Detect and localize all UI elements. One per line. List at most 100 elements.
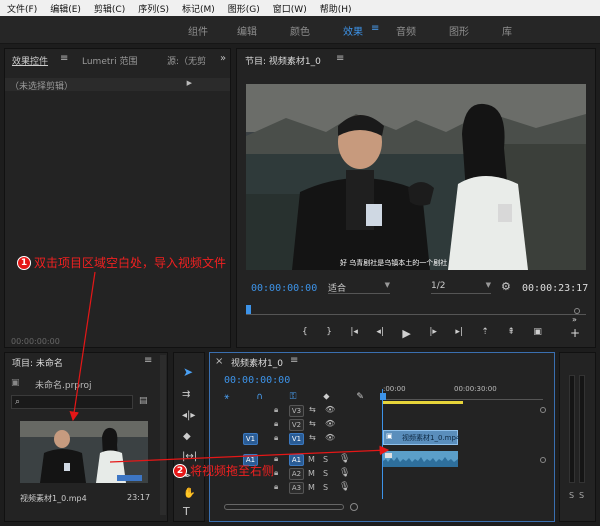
sync-lock-icon[interactable]: ⇆ (309, 405, 316, 414)
clip-thumbnail[interactable] (20, 421, 148, 483)
project-scrollbar[interactable] (160, 355, 166, 515)
source-patch-v1[interactable]: V1 (243, 433, 258, 445)
lock-icon[interactable]: 🔒︎ (274, 468, 278, 478)
ripple-edit-icon[interactable]: ◂|▸ (182, 410, 195, 422)
solo-right-button[interactable]: S (579, 491, 584, 500)
lock-icon[interactable]: 🔒︎ (274, 433, 278, 443)
zoom-handle[interactable] (574, 308, 580, 314)
work-area-bar[interactable] (383, 401, 463, 404)
mute-button[interactable]: M (308, 483, 315, 492)
menu-file[interactable]: 文件(F) (7, 2, 37, 15)
solo-button[interactable]: S (323, 469, 328, 478)
solo-left-button[interactable]: S (569, 491, 574, 500)
extract-icon[interactable]: ⇞ (507, 327, 515, 341)
marker-icon[interactable]: ⬥ (323, 392, 329, 404)
eye-icon[interactable]: 👁︎ (325, 419, 335, 428)
track-target-v2[interactable]: V2 (289, 419, 304, 431)
workspace-tab-assembly[interactable]: 组件 (188, 23, 208, 38)
menu-graphics[interactable]: 图形(G) (228, 2, 260, 15)
step-forward-icon[interactable]: |▸ (429, 327, 437, 341)
workspace-tab-audio[interactable]: 音频 (396, 23, 416, 38)
track-target-a3[interactable]: A3 (289, 482, 304, 494)
menu-help[interactable]: 帮助(H) (320, 2, 352, 15)
export-frame-icon[interactable]: ▣ (533, 327, 542, 341)
timeline-timecode[interactable]: 00:00:00:00 (224, 375, 290, 386)
time-ruler[interactable] (383, 393, 543, 400)
mute-button[interactable]: M (308, 469, 315, 478)
clip-name[interactable]: 视频素材1_0.mp4 (20, 493, 87, 504)
panel-menu-icon[interactable]: ≡ (60, 53, 68, 65)
horizontal-zoom-handle[interactable] (350, 503, 358, 511)
menu-marker[interactable]: 标记(M) (182, 2, 215, 15)
playhead-marker[interactable] (246, 305, 251, 314)
solo-button[interactable]: S (323, 483, 328, 492)
menu-window[interactable]: 窗口(W) (273, 2, 307, 15)
mark-in-icon[interactable]: { (302, 327, 308, 341)
lock-icon[interactable]: 🔒︎ (274, 405, 278, 415)
razor-icon[interactable]: ◆ (183, 431, 191, 443)
go-to-in-icon[interactable]: |◂ (350, 327, 358, 341)
video-clip[interactable]: ▣ 视频素材1_0.mp4 (383, 430, 460, 445)
sync-lock-icon[interactable]: ⇆ (309, 419, 316, 428)
lift-icon[interactable]: ⇡ (481, 327, 489, 341)
horizontal-scrollbar[interactable] (224, 504, 344, 510)
menu-sequence[interactable]: 序列(S) (138, 2, 169, 15)
program-timecode[interactable]: 00:00:00:00 (251, 283, 317, 294)
workspace-tab-editing[interactable]: 编辑 (237, 23, 257, 38)
selection-tool-icon[interactable]: ➤ (183, 365, 193, 379)
tab-source[interactable]: 源:（无剪 (167, 54, 206, 67)
workspace-tab-graphics[interactable]: 图形 (449, 23, 469, 38)
add-button-icon[interactable]: + (570, 326, 580, 340)
menu-clip[interactable]: 剪辑(C) (94, 2, 125, 15)
microphone-icon[interactable]: 🎙︎ (339, 468, 350, 478)
project-search-input[interactable]: ⌕ (11, 395, 133, 409)
step-back-icon[interactable]: ◂| (376, 327, 384, 341)
workspace-tab-color[interactable]: 颜色 (290, 23, 310, 38)
hand-icon[interactable]: ✋ (183, 488, 195, 500)
wrench-icon[interactable]: ⚙ (501, 280, 511, 293)
track-target-v1[interactable]: V1 (289, 433, 304, 445)
nest-icon[interactable]: ⚹ (224, 392, 229, 404)
panel-overflow-icon[interactable]: » (220, 53, 226, 65)
track-target-v3[interactable]: V3 (289, 405, 304, 417)
linked-selection-icon[interactable]: ⚿ (290, 392, 297, 404)
panel-menu-icon[interactable]: ≡ (336, 53, 344, 65)
menu-edit[interactable]: 编辑(E) (50, 2, 81, 15)
vertical-zoom-handle[interactable] (540, 457, 546, 463)
workspace-menu-icon[interactable]: ≡ (371, 23, 379, 34)
solo-button[interactable]: S (323, 455, 328, 464)
type-tool-icon[interactable]: T (183, 506, 190, 518)
workspace-tab-libraries[interactable]: 库 (502, 23, 512, 38)
panel-menu-icon[interactable]: ≡ (290, 355, 298, 367)
tab-effect-controls[interactable]: 效果控件 (12, 54, 48, 67)
new-bin-icon[interactable]: ▤ (139, 396, 148, 406)
fit-dropdown[interactable]: 适合 ▼ (328, 281, 390, 294)
resolution-dropdown[interactable]: 1/2 ▼ (431, 281, 491, 294)
tab-lumetri-scopes[interactable]: Lumetri 范围 (82, 54, 137, 67)
wrench-icon[interactable]: ✎ (356, 392, 364, 404)
track-target-a2[interactable]: A2 (289, 468, 304, 480)
mute-button[interactable]: M (308, 455, 315, 464)
track-target-a1[interactable]: A1 (289, 454, 304, 466)
audio-clip[interactable] (383, 451, 458, 467)
close-icon[interactable]: × (215, 356, 223, 368)
panel-menu-icon[interactable]: ≡ (144, 355, 152, 367)
microphone-icon[interactable]: 🎙︎ (339, 454, 350, 464)
mark-out-icon[interactable]: } (326, 327, 332, 341)
track-select-icon[interactable]: ⇉ (182, 389, 190, 401)
workspace-tab-effects[interactable]: 效果 (343, 23, 363, 38)
lock-icon[interactable]: 🔒︎ (274, 482, 278, 492)
play-only-icon[interactable]: ▶ (187, 79, 192, 87)
snap-icon[interactable]: ∩ (256, 392, 263, 404)
program-scrubber[interactable] (246, 303, 586, 315)
button-editor-icon[interactable]: » (572, 315, 577, 324)
microphone-icon[interactable]: 🎙︎ (339, 482, 350, 492)
vertical-zoom-handle[interactable] (540, 407, 546, 413)
lock-icon[interactable]: 🔒︎ (274, 454, 278, 464)
playhead-handle[interactable] (380, 393, 386, 400)
lock-icon[interactable]: 🔒︎ (274, 419, 278, 429)
eye-icon[interactable]: 👁︎ (325, 405, 335, 414)
effects-timecode[interactable]: 00:00:00:00 (11, 337, 60, 346)
eye-icon[interactable]: 👁︎ (325, 433, 335, 442)
play-icon[interactable]: ▶ (402, 327, 410, 341)
